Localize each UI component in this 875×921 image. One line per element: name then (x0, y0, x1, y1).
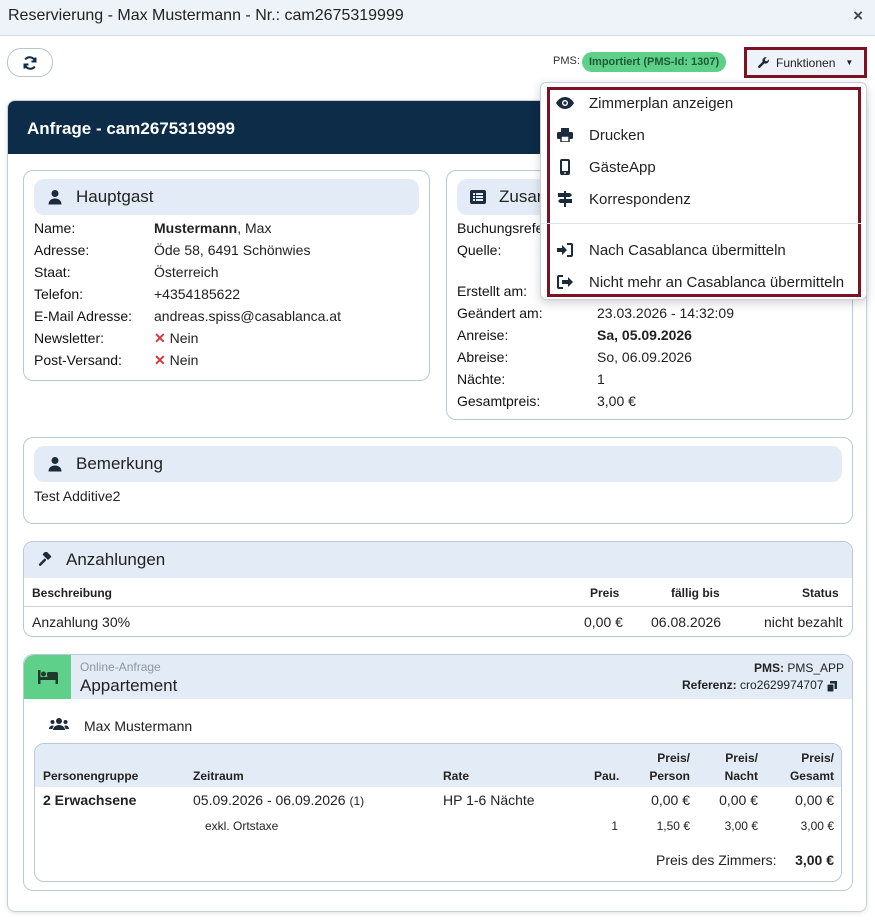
bed-icon (24, 655, 71, 699)
sign-out-icon (555, 273, 575, 291)
room-reference: Referenz: cro2629974707 (682, 678, 824, 692)
deposits-title: Anzahlungen (66, 550, 166, 569)
deposit-col-status: Status (802, 586, 839, 600)
deposits-card: Anzahlungen Beschreibung Preis fällig bi… (23, 541, 853, 637)
menu-item-print[interactable]: Drucken (555, 121, 645, 149)
wrench-icon (758, 57, 769, 68)
deposit-col-due: fällig bis (671, 586, 720, 600)
remark-header: Bemerkung (34, 446, 842, 482)
menu-item-guest-app[interactable]: GästeApp (555, 153, 656, 181)
gavel-icon (36, 551, 54, 569)
sign-in-icon (555, 241, 575, 259)
copy-icon[interactable] (826, 679, 837, 695)
window-title: Reservierung - Max Mustermann - Nr.: cam… (8, 7, 404, 24)
signpost-icon (555, 190, 575, 208)
users-icon (49, 717, 69, 734)
chevron-down-icon: ▼ (845, 58, 854, 67)
deposit-col-price: Preis (590, 586, 620, 600)
menu-divider (541, 223, 861, 224)
main-guest-card: Hauptgast Name: Mustermann, Max Adresse:… (23, 170, 430, 381)
main-guest-title: Hauptgast (76, 187, 154, 206)
eye-icon (555, 94, 575, 112)
main-guest-header: Hauptgast (34, 179, 419, 215)
refresh-button[interactable] (7, 48, 53, 77)
guest-row-name: Name: Mustermann, Max (34, 220, 272, 236)
col-price-total-2: Gesamt (789, 769, 834, 783)
room-total-label: Preis des Zimmers: (656, 852, 777, 868)
pms-label: PMS: (553, 55, 580, 67)
remark-text: Test Additive2 (34, 488, 121, 504)
col-price-person-1: Preis/ (657, 751, 690, 765)
menu-item-stop-casablanca[interactable]: Nicht mehr an Casablanca übermitteln (555, 268, 844, 296)
col-pau: Pau. (594, 769, 620, 783)
deposit-divider (24, 606, 852, 607)
guest-firstname: , Max (237, 220, 272, 236)
col-period: Zeitraum (193, 769, 244, 783)
menu-item-send-casablanca[interactable]: Nach Casablanca übermitteln (555, 236, 786, 264)
room-source: Online-Anfrage (80, 660, 161, 674)
guest-row-address: Adresse: Öde 58, 6491 Schönwies (34, 242, 311, 258)
guest-row-newsletter: Newsletter: ✕ Nein (34, 330, 199, 346)
room-price-table: Personengruppe Zeitraum Rate Pau. Preis/… (34, 743, 842, 882)
menu-item-room-plan[interactable]: Zimmerplan anzeigen (555, 89, 733, 117)
room-total-value: 3,00 € (795, 852, 834, 868)
col-price-night-2: Nacht (724, 769, 758, 783)
pms-status-badge: Importiert (PMS-Id: 1307) (582, 52, 727, 72)
mobile-icon (555, 158, 575, 176)
room-guest-name: Max Mustermann (84, 718, 193, 734)
main-guest-details: Name: Mustermann, Max Adresse: Öde 58, 6… (34, 217, 424, 377)
guest-row-email: E-Mail Adresse: andreas.spiss@casablanca… (34, 308, 341, 324)
remark-card: Bemerkung Test Additive2 (23, 437, 853, 524)
remark-title: Bemerkung (76, 454, 163, 473)
cross-icon: ✕ (154, 330, 166, 346)
col-price-night-1: Preis/ (725, 751, 758, 765)
guest-lastname: Mustermann (154, 220, 238, 236)
room-title: Appartement (80, 676, 178, 695)
printer-icon (555, 126, 575, 144)
room-pms: PMS: PMS_APP (754, 661, 845, 675)
close-icon[interactable]: × (853, 6, 863, 26)
col-person-group: Personengruppe (43, 769, 139, 783)
refresh-icon (23, 55, 37, 70)
functions-dropdown: Zimmerplan anzeigen Drucken GästeApp Kor… (540, 82, 867, 300)
col-rate: Rate (443, 769, 470, 783)
user-icon (46, 188, 64, 206)
room-card: Online-Anfrage Appartement PMS: PMS_APP … (23, 654, 853, 891)
guest-row-post: Post-Versand: ✕ Nein (34, 352, 199, 368)
functions-label: Funktionen (776, 55, 836, 70)
deposit-col-description: Beschreibung (32, 586, 113, 600)
deposits-header: Anzahlungen (24, 542, 852, 578)
menu-item-correspondence[interactable]: Korrespondenz (555, 185, 691, 213)
user-icon (46, 455, 64, 473)
col-price-total-1: Preis/ (801, 751, 834, 765)
guest-row-phone: Telefon: +4354185622 (34, 286, 241, 302)
guest-row-country: Staat: Österreich (34, 264, 219, 280)
functions-button[interactable]: Funktionen ▼ (744, 47, 867, 78)
title-bar: Reservierung - Max Mustermann - Nr.: cam… (0, 0, 875, 36)
list-icon (469, 188, 487, 206)
cross-icon: ✕ (154, 352, 166, 368)
col-price-person-2: Person (649, 769, 690, 783)
